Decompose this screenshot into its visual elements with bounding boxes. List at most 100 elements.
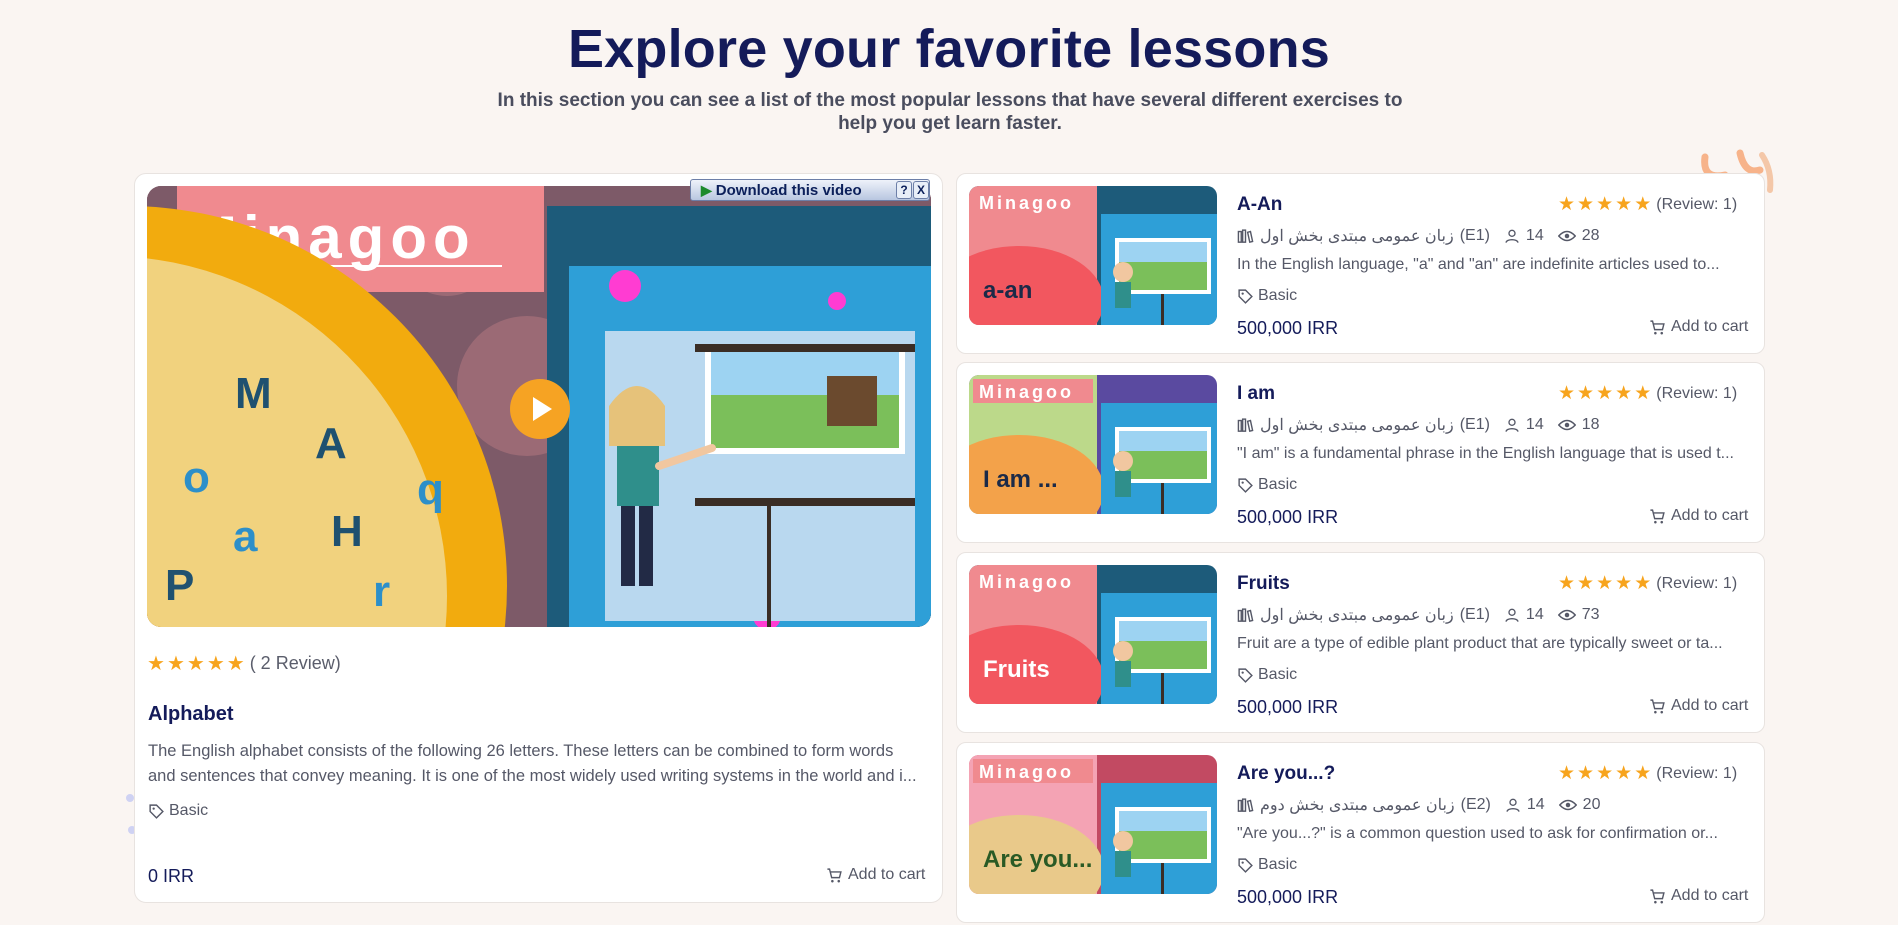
lesson-category[interactable]: زبان عمومی مبتدی بخش اول	[1260, 605, 1454, 625]
add-to-cart-button[interactable]: Add to cart	[1649, 507, 1748, 525]
lesson-level: (E1)	[1459, 606, 1490, 623]
star-icon: ★	[1596, 383, 1614, 404]
page-subtitle: In this section you can see a list of th…	[497, 90, 1403, 134]
svg-text:P: P	[165, 561, 194, 610]
lesson-category[interactable]: زبان عمومی مبتدی بخش اول	[1260, 415, 1454, 435]
svg-text:o: o	[183, 453, 210, 502]
star-icon: ★	[226, 652, 245, 675]
lesson-tag[interactable]: Basic	[1237, 476, 1297, 494]
user-icon	[1505, 608, 1519, 622]
star-icon: ★	[1558, 383, 1576, 404]
lesson-level: (E1)	[1459, 227, 1490, 244]
lesson-thumbnail[interactable]: Minagoo I am ...	[969, 375, 1217, 514]
svg-text:a: a	[233, 512, 258, 561]
eye-icon	[1558, 799, 1577, 811]
svg-text:H: H	[331, 507, 363, 556]
svg-text:Minagoo: Minagoo	[979, 762, 1074, 782]
featured-rating: ★ ★ ★ ★ ★ ( 2 Review)	[147, 653, 341, 674]
star-icon: ★	[1615, 383, 1633, 404]
tag-icon	[1238, 857, 1253, 873]
lesson-thumbnail[interactable]: Minagoo a-an	[969, 186, 1217, 325]
star-icon: ★	[1634, 383, 1652, 404]
lesson-rating: ★ ★ ★ ★ ★ (Review: 1)	[1558, 195, 1737, 215]
lesson-thumbnail[interactable]: Minagoo Fruits	[969, 565, 1217, 704]
star-icon: ★	[1634, 573, 1652, 594]
lesson-title[interactable]: A-An	[1237, 194, 1282, 216]
lesson-card[interactable]: Minagoo Fruits Fruits ★ ★ ★ ★ ★ (Review:…	[956, 552, 1765, 733]
lesson-price: 500,000 IRR	[1237, 697, 1339, 717]
lesson-category[interactable]: زبان عمومی مبتدی بخش اول	[1260, 226, 1454, 246]
tag-icon	[1238, 477, 1253, 493]
lesson-rating: ★ ★ ★ ★ ★ (Review: 1)	[1558, 384, 1737, 404]
star-icon: ★	[1615, 194, 1633, 215]
featured-add-to-cart-button[interactable]: Add to cart	[826, 866, 925, 884]
svg-text:Are you...: Are you...	[983, 846, 1092, 873]
lesson-card[interactable]: Minagoo I am ... I am ★ ★ ★ ★ ★ (Review:…	[956, 362, 1765, 543]
featured-lesson-description: The English alphabet consists of the fol…	[148, 742, 917, 785]
star-icon: ★	[1596, 194, 1614, 215]
svg-text:Minagoo: Minagoo	[979, 572, 1074, 592]
view-count: 28	[1581, 227, 1600, 244]
lesson-thumbnail[interactable]: Minagoo Are you...	[969, 755, 1217, 894]
star-rating: ★ ★ ★ ★ ★	[1558, 195, 1651, 215]
page-title: Explore your favorite lessons	[567, 19, 1331, 79]
featured-lesson-tag[interactable]: Basic	[148, 802, 208, 820]
star-icon: ★	[1615, 573, 1633, 594]
svg-text:M: M	[235, 369, 272, 418]
help-button[interactable]: ?	[896, 181, 912, 199]
lesson-tag[interactable]: Basic	[1237, 287, 1297, 305]
cart-icon	[1650, 888, 1665, 903]
featured-lesson-title[interactable]: Alphabet	[148, 703, 234, 726]
add-to-cart-button[interactable]: Add to cart	[1649, 318, 1748, 336]
close-button[interactable]: X	[913, 181, 929, 199]
lesson-meta: زبان عمومی مبتدی بخش اول (E1) 14 73	[1237, 605, 1600, 625]
play-triangle-icon: ▶	[701, 181, 712, 198]
star-icon: ★	[166, 652, 185, 675]
user-icon	[1505, 229, 1519, 243]
lesson-title[interactable]: Fruits	[1237, 573, 1290, 595]
user-icon	[1505, 418, 1519, 432]
eye-icon	[1557, 609, 1576, 621]
svg-text:Fruits: Fruits	[983, 656, 1050, 683]
lesson-price: 500,000 IRR	[1237, 318, 1339, 338]
lesson-title[interactable]: I am	[1237, 383, 1275, 405]
lesson-price: 500,000 IRR	[1237, 887, 1339, 907]
lesson-tag[interactable]: Basic	[1237, 666, 1297, 684]
lesson-title[interactable]: Are you...?	[1237, 763, 1335, 785]
star-rating: ★ ★ ★ ★ ★	[1558, 764, 1651, 784]
view-count: 20	[1582, 796, 1601, 813]
lesson-description: "Are you...?" is a common question used …	[1237, 825, 1718, 842]
star-icon: ★	[1558, 194, 1576, 215]
star-icon: ★	[1577, 573, 1595, 594]
add-to-cart-button[interactable]: Add to cart	[1649, 697, 1748, 715]
cart-icon	[827, 867, 842, 882]
review-count: (Review: 1)	[1656, 196, 1738, 213]
star-rating: ★ ★ ★ ★ ★	[147, 654, 245, 674]
svg-text:r: r	[373, 567, 390, 616]
play-button[interactable]	[510, 379, 570, 439]
star-icon: ★	[1558, 763, 1576, 784]
lesson-level: (E2)	[1460, 796, 1491, 813]
add-to-cart-button[interactable]: Add to cart	[1649, 887, 1748, 905]
lesson-description: "I am" is a fundamental phrase in the En…	[1237, 445, 1734, 462]
lesson-price: 500,000 IRR	[1237, 507, 1339, 527]
star-icon: ★	[1615, 763, 1633, 784]
lesson-tag[interactable]: Basic	[1237, 856, 1297, 874]
lesson-description: In the English language, "a" and "an" ar…	[1237, 256, 1720, 273]
download-video-bar[interactable]: ▶ Download this video ? X	[690, 179, 930, 201]
lesson-card[interactable]: Minagoo Are you... Are you...? ★ ★ ★ ★ ★	[956, 742, 1765, 923]
cart-icon	[1650, 319, 1665, 334]
featured-lesson-card[interactable]: Minagoo M A o q a H P r ★ ★ ★ ★ ★ (2 Re…	[134, 173, 943, 903]
books-icon	[1237, 417, 1254, 432]
star-icon: ★	[1577, 763, 1595, 784]
svg-text:q: q	[417, 465, 444, 514]
svg-text:I am ...: I am ...	[983, 466, 1058, 493]
lesson-card[interactable]: Minagoo a-an A-An ★ ★ ★ ★ ★ (Review: 1)	[956, 173, 1765, 354]
student-count: 14	[1525, 416, 1544, 433]
student-count: 14	[1525, 227, 1544, 244]
review-count: (Review: 1)	[1656, 385, 1738, 402]
lesson-category[interactable]: زبان عمومی مبتدی بخش دوم	[1260, 795, 1455, 815]
student-count: 14	[1525, 606, 1544, 623]
cart-icon	[1650, 508, 1665, 523]
lesson-thumbnail-art: Minagoo a-an	[969, 186, 1217, 325]
